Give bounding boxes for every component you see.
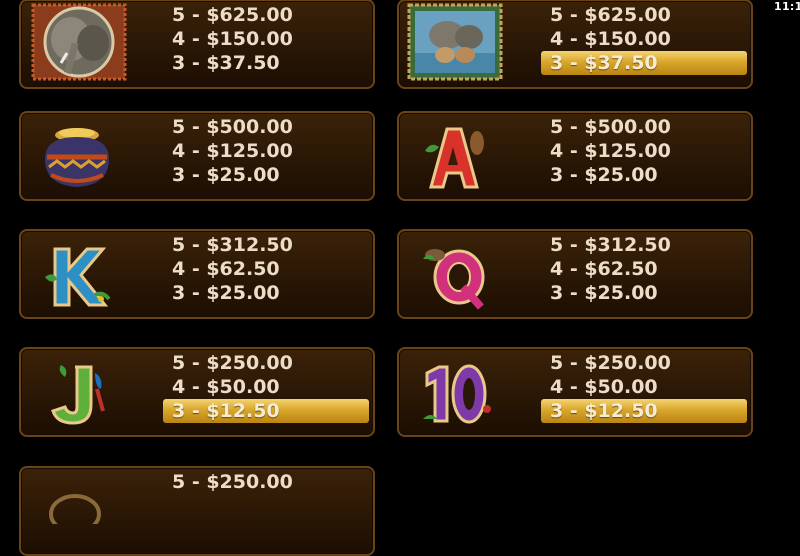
pay-5-of-kind: 5 - $250.00 bbox=[172, 352, 293, 374]
pay-3-of-kind: 3 - $25.00 bbox=[172, 282, 280, 304]
pay-5-of-kind: 5 - $312.50 bbox=[172, 234, 293, 256]
pay-4-of-kind: 4 - $125.00 bbox=[550, 140, 671, 162]
pay-3-of-kind: 3 - $25.00 bbox=[550, 164, 658, 186]
pot-icon bbox=[37, 123, 117, 193]
paytable-panel-pot: 5 - $500.00 4 - $125.00 3 - $25.00 bbox=[19, 111, 375, 201]
paytable-panel-nine: 5 - $250.00 bbox=[19, 466, 375, 556]
pay-5-of-kind: 5 - $250.00 bbox=[172, 471, 293, 493]
elephant-icon bbox=[31, 3, 127, 81]
pay-3-of-kind-highlighted: 3 - $12.50 bbox=[541, 399, 747, 423]
pay-4-of-kind: 4 - $125.00 bbox=[172, 140, 293, 162]
paytable-panel-ace: 5 - $500.00 4 - $125.00 3 - $25.00 bbox=[397, 111, 753, 201]
pay-4-of-kind: 4 - $150.00 bbox=[172, 28, 293, 50]
number-9-icon bbox=[45, 484, 105, 524]
pay-3-of-kind-highlighted: 3 - $37.50 bbox=[541, 51, 747, 75]
pay-4-of-kind: 4 - $62.50 bbox=[550, 258, 658, 280]
clock: 11:1 bbox=[774, 0, 800, 13]
letter-q-icon bbox=[417, 241, 497, 311]
pay-3-of-kind: 3 - $37.50 bbox=[172, 52, 280, 74]
pay-3-of-kind: 3 - $25.00 bbox=[172, 164, 280, 186]
paytable-panel-elephant-family: 5 - $625.00 4 - $150.00 3 - $37.50 bbox=[397, 0, 753, 89]
pay-5-of-kind: 5 - $625.00 bbox=[172, 4, 293, 26]
paytable-panel-elephant: 5 - $625.00 4 - $150.00 3 - $37.50 bbox=[19, 0, 375, 89]
paytable-panel-king: 5 - $312.50 4 - $62.50 3 - $25.00 bbox=[19, 229, 375, 319]
pay-5-of-kind: 5 - $625.00 bbox=[550, 4, 671, 26]
pay-5-of-kind: 5 - $312.50 bbox=[550, 234, 671, 256]
pay-3-of-kind-highlighted: 3 - $12.50 bbox=[163, 399, 369, 423]
pay-5-of-kind: 5 - $500.00 bbox=[550, 116, 671, 138]
pay-4-of-kind: 4 - $50.00 bbox=[550, 376, 658, 398]
letter-k-icon bbox=[39, 241, 119, 311]
pay-4-of-kind: 4 - $62.50 bbox=[172, 258, 280, 280]
paytable-panel-queen: 5 - $312.50 4 - $62.50 3 - $25.00 bbox=[397, 229, 753, 319]
pay-5-of-kind: 5 - $250.00 bbox=[550, 352, 671, 374]
letter-a-icon bbox=[417, 123, 497, 193]
elephant-family-icon bbox=[407, 3, 503, 81]
letter-j-icon bbox=[39, 359, 119, 429]
paytable-panel-jack: 5 - $250.00 4 - $50.00 3 - $12.50 bbox=[19, 347, 375, 437]
pay-4-of-kind: 4 - $150.00 bbox=[550, 28, 671, 50]
paytable-panel-ten: 5 - $250.00 4 - $50.00 3 - $12.50 bbox=[397, 347, 753, 437]
pay-3-of-kind: 3 - $25.00 bbox=[550, 282, 658, 304]
number-10-icon bbox=[417, 359, 497, 429]
pay-5-of-kind: 5 - $500.00 bbox=[172, 116, 293, 138]
pay-4-of-kind: 4 - $50.00 bbox=[172, 376, 280, 398]
